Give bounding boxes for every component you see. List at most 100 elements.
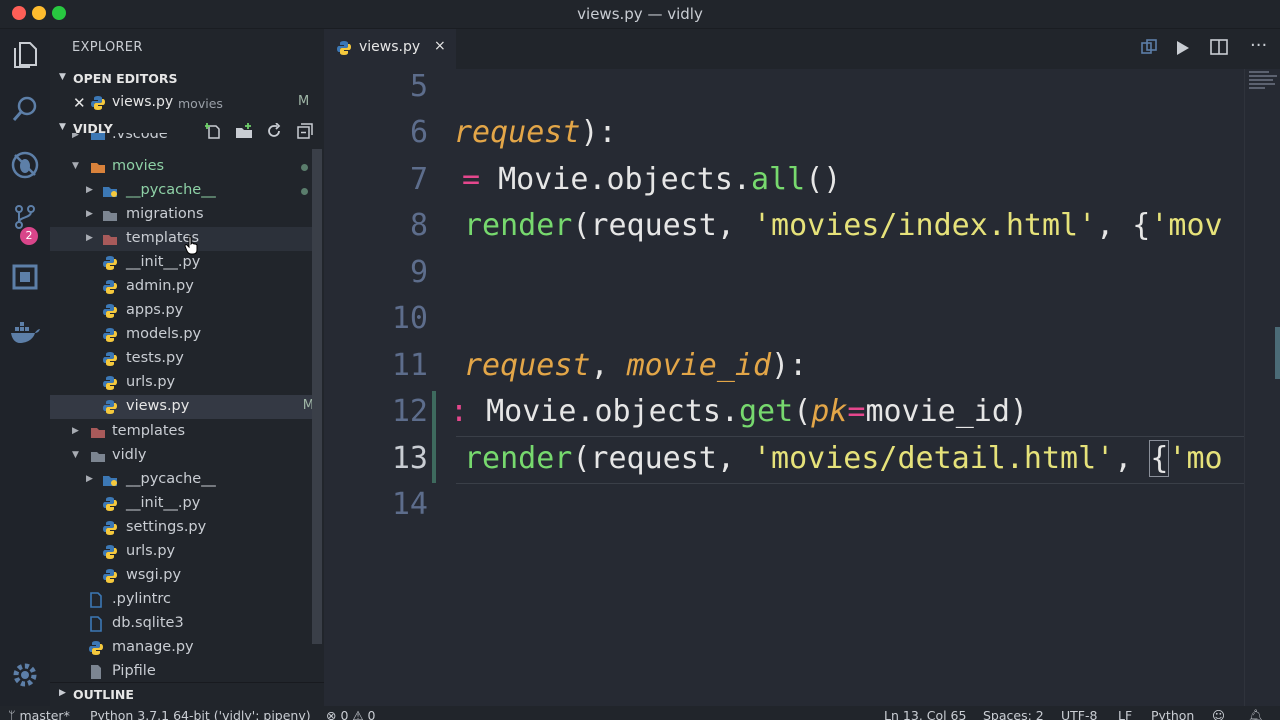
tree-item-apps[interactable]: apps.py	[50, 299, 312, 323]
docker-icon[interactable]	[9, 317, 41, 349]
python-file-icon	[103, 497, 117, 511]
debug-icon[interactable]	[9, 149, 41, 181]
open-editor-filename: views.py	[112, 94, 174, 110]
tree-item-wsgi[interactable]: wsgi.py	[50, 564, 312, 588]
line-number: 7	[409, 162, 428, 197]
minimap[interactable]	[1244, 69, 1280, 706]
explorer-header: EXPLORER	[72, 40, 143, 55]
indentation[interactable]: Spaces: 2	[983, 708, 1044, 720]
window-title: views.py — vidly	[577, 5, 703, 23]
open-editor-folder: movies	[178, 96, 223, 111]
encoding[interactable]: UTF-8	[1061, 708, 1097, 720]
tree-item-db[interactable]: db.sqlite3	[50, 612, 312, 636]
code-line-8: render(request, 'movies/index.html', {'m…	[464, 208, 1223, 243]
tree-item-vidly[interactable]: ▼ vidly	[50, 444, 312, 468]
close-icon[interactable]: ✕	[73, 94, 86, 112]
tab-bar: views.py × ···	[324, 29, 1280, 70]
python-file-icon	[103, 569, 117, 583]
compare-changes-icon[interactable]	[1140, 39, 1158, 57]
git-branch-icon: ᛘ	[8, 708, 20, 720]
python-file-icon	[103, 376, 117, 390]
language-mode[interactable]: Python	[1151, 708, 1194, 720]
python-file-icon	[103, 545, 117, 559]
tree-item-templates[interactable]: ▶ templates	[50, 420, 312, 444]
tree-item-tests[interactable]: tests.py	[50, 347, 312, 371]
code-editor[interactable]: 5 6 7 8 9 10 11 12 13 14 request): = Mov…	[324, 69, 1244, 706]
git-gutter-modified	[432, 391, 436, 483]
tree-item-pycache[interactable]: ▶ __pycache__	[50, 179, 312, 203]
code-line-11: request, movie_id):	[464, 348, 808, 383]
tree-item-pipfile[interactable]: Pipfile	[50, 660, 312, 680]
sidebar-scrollbar[interactable]	[312, 149, 322, 644]
tab-views-py[interactable]: views.py ×	[324, 29, 456, 70]
cursor-position[interactable]: Ln 13, Col 65	[884, 708, 966, 720]
tree-item-pycache-vidly[interactable]: ▶ __pycache__	[50, 468, 312, 492]
chevron-down-icon: ▼	[59, 122, 66, 132]
explorer-icon[interactable]	[9, 39, 41, 71]
line-ending[interactable]: LF	[1118, 708, 1132, 720]
editor-actions: ···	[1140, 35, 1280, 61]
python-interpreter[interactable]: Python 3.7.1 64-bit ('vidly': pipenv)	[90, 708, 311, 720]
tree-item-models[interactable]: models.py	[50, 323, 312, 347]
tree-item-urls[interactable]: urls.py	[50, 371, 312, 395]
python-file-icon	[103, 328, 117, 342]
problems-indicator[interactable]: ⊗ 0 ⚠ 0	[326, 708, 376, 720]
file-icon	[91, 665, 101, 679]
python-file-icon	[103, 521, 117, 535]
tree-item-manage[interactable]: manage.py	[50, 636, 312, 660]
python-file-icon	[103, 256, 117, 270]
open-editor-item[interactable]: ✕ views.py movies M	[50, 91, 324, 115]
editor-scrollbar-thumb[interactable]	[1275, 327, 1280, 379]
split-editor-icon[interactable]	[1210, 39, 1228, 55]
tree-item-pylintrc[interactable]: .pylintrc	[50, 588, 312, 612]
extensions-icon[interactable]	[9, 261, 41, 293]
tree-item-migrations[interactable]: ▶ migrations	[50, 203, 312, 227]
line-number: 10	[391, 301, 428, 336]
tree-item-vscode[interactable]: ▶ .vscode	[50, 133, 312, 147]
python-file-icon	[89, 641, 103, 655]
source-control-badge: 2	[20, 227, 38, 245]
python-file-icon	[103, 304, 117, 318]
tree-item-urls-vidly[interactable]: urls.py	[50, 540, 312, 564]
tree-item-init-vidly[interactable]: __init__.py	[50, 492, 312, 516]
explorer-sidebar: EXPLORER ▼ OPEN EDITORS ✕ views.py movie…	[50, 29, 324, 706]
modified-status: M	[302, 398, 312, 413]
tree-item-admin[interactable]: admin.py	[50, 275, 312, 299]
tree-item-views[interactable]: views.py M	[50, 395, 312, 419]
code-line-6: request):	[454, 115, 617, 150]
tree-item-templates-movies[interactable]: ▶ templates	[50, 227, 312, 255]
python-file-icon	[103, 280, 117, 294]
modified-dot	[301, 188, 308, 195]
feedback-icon[interactable]: ☺	[1212, 708, 1225, 720]
code-line-13: render(request, 'movies/detail.html', {'…	[464, 440, 1223, 477]
line-number: 8	[409, 208, 428, 243]
bell-icon[interactable]: 🔔︎	[1248, 708, 1264, 720]
folder-icon	[103, 187, 117, 197]
activity-bar: 2	[0, 29, 50, 706]
folder-icon	[103, 235, 117, 245]
python-file-icon	[103, 352, 117, 366]
title-bar: views.py — vidly	[0, 0, 1280, 29]
line-number: 11	[391, 348, 428, 383]
outline-section[interactable]: ▶ OUTLINE	[50, 682, 324, 707]
tree-item-init[interactable]: __init__.py	[50, 251, 312, 275]
status-bar: ᛘ master* Python 3.7.1 64-bit ('vidly': …	[0, 706, 1280, 720]
matched-brace: {	[1149, 440, 1170, 477]
branch-indicator[interactable]: ᛘ master*	[8, 708, 70, 720]
tree-item-movies[interactable]: ▼ movies	[50, 155, 312, 179]
tab-close-icon[interactable]: ×	[434, 38, 446, 54]
folder-open-icon	[91, 452, 105, 462]
search-icon[interactable]	[9, 93, 41, 125]
more-actions-icon[interactable]: ···	[1250, 35, 1267, 56]
python-file-icon	[103, 400, 117, 414]
folder-icon	[103, 211, 117, 221]
chevron-right-icon: ▶	[59, 688, 66, 698]
vscode-folder-icon	[91, 133, 105, 140]
run-icon[interactable]	[1176, 40, 1190, 56]
gear-icon[interactable]	[9, 659, 41, 691]
line-number: 12	[391, 394, 428, 429]
open-editors-section[interactable]: ▼ OPEN EDITORS	[50, 67, 324, 91]
tree-item-settings[interactable]: settings.py	[50, 516, 312, 540]
folder-open-icon	[91, 163, 105, 173]
line-number: 9	[409, 255, 428, 290]
